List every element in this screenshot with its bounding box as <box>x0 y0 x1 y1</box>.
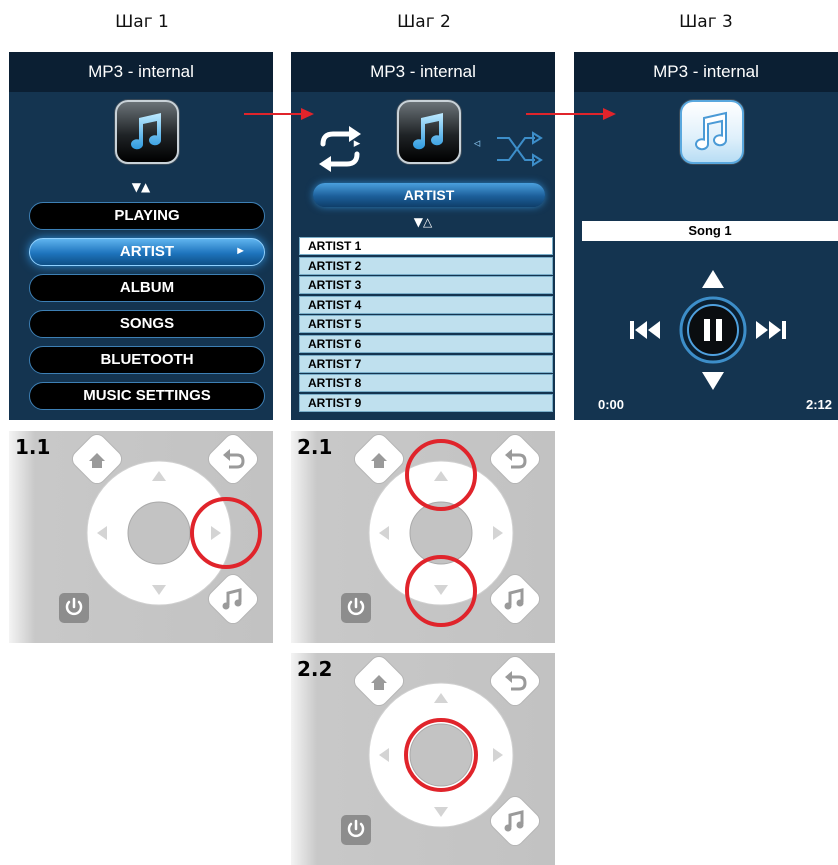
song-title: Song 1 <box>582 221 838 241</box>
list-item[interactable]: ARTIST 6 <box>299 335 553 353</box>
menu-item-songs[interactable]: SONGS <box>29 310 265 338</box>
remote-step-label: 2.2 <box>297 657 333 681</box>
flow-arrows <box>244 108 616 120</box>
back-button[interactable] <box>487 653 544 709</box>
pause-button <box>687 304 739 356</box>
menu-item-bluetooth[interactable]: BLUETOOTH <box>29 346 265 374</box>
menu-item-playing[interactable]: PLAYING <box>29 202 265 230</box>
menu-item-label: MUSIC SETTINGS <box>83 387 211 404</box>
menu-item-label: ARTIST <box>119 243 175 260</box>
menu-item-label: ALBUM <box>119 279 175 296</box>
remote-control <box>341 653 544 847</box>
arrow-step2-to-step3 <box>526 108 616 120</box>
remote-2-1: 2.1 <box>291 431 555 643</box>
ok-button[interactable] <box>409 723 473 787</box>
list-item[interactable]: ARTIST 4 <box>299 295 553 314</box>
list-item[interactable]: ARTIST 1 <box>299 237 553 255</box>
up-arrow-icon <box>702 270 724 288</box>
remote-step-label: 1.1 <box>15 435 51 459</box>
list-item[interactable]: ARTIST 9 <box>299 393 553 412</box>
list-item[interactable]: ARTIST 3 <box>299 276 553 295</box>
total-time: 2:12 <box>805 397 832 412</box>
menu-item-music-settings[interactable]: MUSIC SETTINGS <box>29 382 265 410</box>
list-item[interactable]: ARTIST 7 <box>299 354 553 373</box>
list-item[interactable]: ARTIST 8 <box>299 374 553 393</box>
arrow-step1-to-step2 <box>244 108 314 120</box>
menu-item-label: SONGS <box>119 315 175 332</box>
remote-control <box>59 431 262 625</box>
menu-item-album[interactable]: ALBUM <box>29 274 265 302</box>
list-item[interactable]: ARTIST 5 <box>299 315 553 334</box>
remote-1-1: 1.1 <box>9 431 273 643</box>
menu-item-label: BLUETOOTH <box>100 351 194 368</box>
ok-button[interactable] <box>127 501 191 565</box>
elapsed-time: 0:00 <box>598 397 625 412</box>
category-pill: ARTIST <box>313 183 545 207</box>
next-icon <box>756 321 786 339</box>
remote-2-2: 2.2 <box>291 653 555 865</box>
previous-icon <box>630 321 660 339</box>
menu-item-artist[interactable]: ARTIST ► <box>29 238 265 266</box>
menu-item-label: PLAYING <box>114 207 180 224</box>
list-item[interactable]: ARTIST 2 <box>299 256 553 275</box>
scroll-indicator: ▼△ <box>413 215 433 229</box>
remote-step-label: 2.1 <box>297 435 333 459</box>
scroll-indicator: ▼▲ <box>131 180 151 194</box>
ok-button[interactable] <box>409 501 473 565</box>
down-arrow-icon <box>702 372 724 390</box>
back-button[interactable] <box>487 431 544 487</box>
remote-control <box>341 431 544 627</box>
chevron-right-icon: ► <box>235 245 246 257</box>
back-button[interactable] <box>205 431 262 487</box>
